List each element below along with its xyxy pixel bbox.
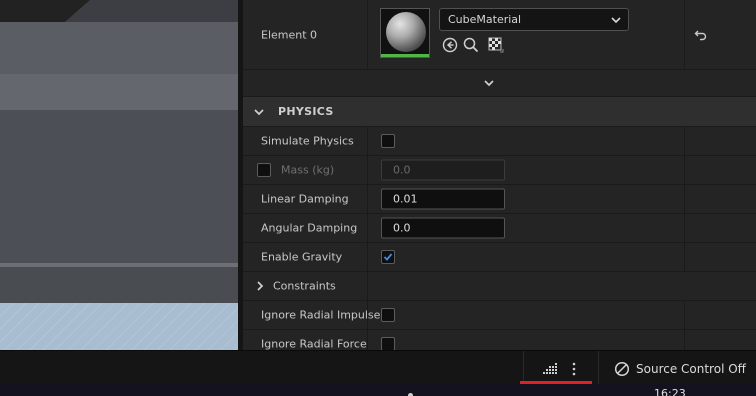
details-panel: Element 0 CubeMaterial PHYSICS Simulate …	[243, 0, 756, 350]
status-bar: Source Control Off	[0, 350, 756, 385]
simulate-physics-reset-cell	[685, 127, 756, 155]
ignore-radial-impulse-checkbox[interactable]	[381, 308, 395, 322]
enable-gravity-checkbox[interactable]	[381, 250, 395, 264]
status-separator	[598, 351, 599, 385]
material-element-name-cell: Element 0	[243, 0, 368, 69]
viewport-wall-lower	[0, 110, 238, 264]
browse-back-icon[interactable]	[441, 36, 459, 54]
mass-label: Mass (kg)	[281, 163, 335, 177]
mass-name-cell: Mass (kg)	[243, 156, 368, 184]
angular-damping-label: Angular Damping	[261, 221, 358, 235]
material-element-row: Element 0 CubeMaterial	[243, 0, 756, 70]
advanced-expander[interactable]	[243, 70, 756, 97]
simulate-physics-checkbox[interactable]	[381, 134, 395, 148]
mass-row: Mass (kg) 0.0	[243, 156, 756, 185]
material-thumbnail-bar	[381, 54, 429, 57]
linear-damping-row: Linear Damping 0.01	[243, 185, 756, 214]
source-control-label: Source Control Off	[636, 362, 746, 376]
angular-damping-name-cell: Angular Damping	[243, 214, 368, 242]
checkmark-icon	[383, 253, 393, 261]
chevron-down-icon	[254, 109, 264, 116]
mass-override-checkbox[interactable]	[257, 163, 271, 177]
constraints-label: Constraints	[273, 279, 336, 293]
material-name: CubeMaterial	[448, 13, 522, 26]
enable-gravity-name-cell: Enable Gravity	[243, 243, 368, 271]
enable-gravity-reset-cell	[685, 243, 756, 271]
angular-damping-field[interactable]: 0.0	[381, 217, 505, 239]
search-icon[interactable]	[462, 36, 480, 54]
reset-to-default-icon[interactable]	[694, 29, 708, 41]
material-sphere-preview	[386, 12, 426, 52]
viewport-wall-base	[0, 267, 238, 303]
enable-gravity-label: Enable Gravity	[261, 250, 343, 264]
material-combo[interactable]: CubeMaterial	[439, 8, 629, 31]
mass-value-cell: 0.0	[368, 156, 685, 184]
simulate-physics-label: Simulate Physics	[261, 134, 354, 148]
angular-damping-row: Angular Damping 0.0	[243, 214, 756, 243]
ignore-radial-force-checkbox[interactable]	[381, 337, 395, 350]
source-control-off-icon	[614, 361, 630, 377]
material-reset-cell	[685, 0, 756, 69]
ignore-radial-force-reset-cell	[685, 330, 756, 350]
viewport-floor	[0, 303, 238, 350]
constraints-row[interactable]: Constraints	[243, 272, 756, 301]
physics-category-title: PHYSICS	[278, 105, 334, 118]
physics-category-header[interactable]: PHYSICS	[243, 97, 756, 127]
material-element-label: Element 0	[261, 28, 318, 41]
linear-damping-name-cell: Linear Damping	[243, 185, 368, 213]
material-element-value-cell: CubeMaterial	[368, 0, 685, 69]
enable-gravity-row: Enable Gravity	[243, 243, 756, 272]
chevron-down-icon	[484, 80, 494, 87]
ignore-radial-impulse-reset-cell	[685, 301, 756, 329]
ignore-radial-force-label: Ignore Radial Force	[261, 337, 367, 351]
ignore-radial-force-value-cell	[368, 330, 685, 350]
linear-damping-label: Linear Damping	[261, 192, 349, 206]
simulate-physics-value-cell	[368, 127, 685, 155]
level-viewport[interactable]	[0, 0, 238, 350]
viewport-wall-light	[0, 74, 238, 110]
constraints-name-cell: Constraints	[243, 272, 368, 300]
derived-data-icon[interactable]	[541, 360, 559, 378]
enable-gravity-value-cell	[368, 243, 685, 271]
linear-damping-value-cell: 0.01	[368, 185, 685, 213]
linear-damping-reset-cell	[685, 185, 756, 213]
chevron-down-icon	[611, 17, 621, 24]
mass-reset-cell	[685, 156, 756, 184]
angular-damping-value-cell: 0.0	[368, 214, 685, 242]
simulate-physics-name-cell: Simulate Physics	[243, 127, 368, 155]
simulate-physics-row: Simulate Physics	[243, 127, 756, 156]
linear-damping-field[interactable]: 0.01	[381, 188, 505, 210]
constraints-value-cell	[368, 272, 684, 300]
ignore-radial-impulse-value-cell	[368, 301, 685, 329]
chevron-right-icon[interactable]	[255, 280, 265, 292]
ignore-radial-force-name-cell: Ignore Radial Force	[243, 330, 368, 350]
ignore-radial-impulse-row: Ignore Radial Impulse	[243, 301, 756, 330]
taskbar-clock: 16:23	[654, 387, 686, 396]
more-options-icon[interactable]	[565, 360, 583, 378]
ignore-radial-impulse-name-cell: Ignore Radial Impulse	[243, 301, 380, 329]
status-separator	[523, 351, 524, 385]
checker-material-icon[interactable]	[487, 36, 505, 54]
os-taskbar: 16:23	[0, 384, 756, 396]
viewport-wall-upper	[0, 22, 238, 74]
angular-damping-reset-cell	[685, 214, 756, 242]
ignore-radial-force-row: Ignore Radial Force	[243, 330, 756, 350]
material-thumbnail[interactable]	[380, 8, 430, 58]
mass-field: 0.0	[381, 159, 505, 181]
ignore-radial-impulse-label: Ignore Radial Impulse	[261, 308, 381, 322]
